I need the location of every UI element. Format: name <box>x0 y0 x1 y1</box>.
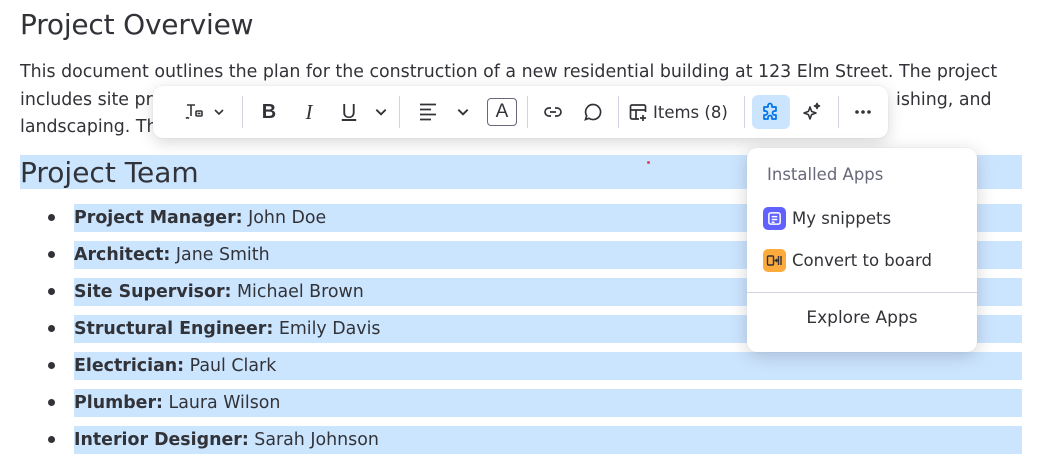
team-role: Interior Designer: <box>74 430 249 450</box>
bullet <box>48 288 55 295</box>
text-color-button[interactable]: A <box>487 98 517 126</box>
underline-button[interactable]: U <box>334 95 364 129</box>
ai-assistant-button[interactable] <box>796 95 828 129</box>
text-style-button[interactable] <box>179 95 209 129</box>
page-title[interactable]: Project Overview <box>20 8 254 41</box>
team-role: Architect: <box>74 245 171 265</box>
chevron-down-icon <box>213 106 225 118</box>
menu-divider <box>747 292 977 293</box>
text-cursor-marker <box>647 161 650 164</box>
items-count-label: Items (8) <box>653 102 728 122</box>
ai-sparkle-icon <box>801 101 823 123</box>
team-heading[interactable]: Project Team <box>20 156 199 190</box>
underline-icon: U <box>341 100 357 123</box>
apps-puzzle-icon <box>760 101 782 123</box>
link-button[interactable] <box>538 95 568 129</box>
menu-item-label: My snippets <box>792 208 892 228</box>
list-item[interactable]: Electrician: Paul Clark <box>48 352 1022 380</box>
chevron-down-icon <box>456 105 470 119</box>
comment-button[interactable] <box>578 95 608 129</box>
list-item[interactable]: Plumber: Laura Wilson <box>48 389 1022 417</box>
team-role: Electrician: <box>74 356 185 376</box>
italic-icon: I <box>305 99 313 124</box>
paragraph-line: This document outlines the plan for the … <box>20 62 998 82</box>
team-role: Plumber: <box>74 393 163 413</box>
bold-button[interactable]: B <box>254 95 284 129</box>
add-items-icon <box>627 101 649 123</box>
team-member-name: Laura Wilson <box>162 393 281 413</box>
toolbar-divider <box>838 96 839 128</box>
snippets-app-icon <box>763 206 786 230</box>
toolbar-divider <box>242 96 243 128</box>
text-style-dropdown[interactable] <box>211 95 227 129</box>
explore-apps-button[interactable]: Explore Apps <box>747 308 977 328</box>
more-button[interactable] <box>848 95 878 129</box>
team-role: Site Supervisor: <box>74 282 232 302</box>
bullet <box>48 251 55 258</box>
align-dropdown[interactable] <box>453 95 473 129</box>
bullet <box>48 214 55 221</box>
apps-button[interactable] <box>752 95 790 129</box>
team-role: Project Manager: <box>74 208 243 228</box>
align-button[interactable] <box>413 95 443 129</box>
team-member-name: Michael Brown <box>231 282 364 302</box>
link-icon <box>542 101 564 123</box>
bullet <box>48 399 55 406</box>
team-member-name: Sarah Johnson <box>248 430 379 450</box>
comment-icon <box>582 101 604 123</box>
toolbar-divider <box>618 96 619 128</box>
bullet <box>48 436 55 443</box>
text-style-icon <box>183 101 205 123</box>
bold-icon: B <box>261 100 277 123</box>
list-item[interactable]: Interior Designer: Sarah Johnson <box>48 426 1022 454</box>
menu-header: Installed Apps <box>767 165 884 184</box>
chevron-down-icon <box>374 105 388 119</box>
toolbar-divider <box>744 96 745 128</box>
bullet <box>48 325 55 332</box>
paragraph-line-fragment: ishing, and <box>896 89 992 110</box>
items-button[interactable]: Items (8) <box>627 95 733 129</box>
installed-apps-menu: Installed Apps My snippets Convert to bo… <box>747 148 977 352</box>
formatting-toolbar: B I U A Items (8) <box>153 86 888 138</box>
convert-to-board-app-icon <box>763 248 786 272</box>
align-left-icon <box>417 101 439 123</box>
menu-item-label: Convert to board <box>792 250 932 270</box>
team-member-name: Jane Smith <box>170 245 270 265</box>
more-icon <box>852 101 874 123</box>
bullet <box>48 362 55 369</box>
more-formats-dropdown[interactable] <box>371 95 391 129</box>
text-color-icon: A <box>495 101 509 122</box>
italic-button[interactable]: I <box>294 95 324 129</box>
team-member-name: Paul Clark <box>184 356 277 376</box>
toolbar-divider <box>399 96 400 128</box>
team-member-name: Emily Davis <box>273 319 381 339</box>
menu-item-my-snippets[interactable]: My snippets <box>763 202 963 234</box>
menu-item-convert-to-board[interactable]: Convert to board <box>763 244 963 276</box>
team-role: Structural Engineer: <box>74 319 274 339</box>
team-member-name: John Doe <box>242 208 327 228</box>
toolbar-divider <box>527 96 528 128</box>
